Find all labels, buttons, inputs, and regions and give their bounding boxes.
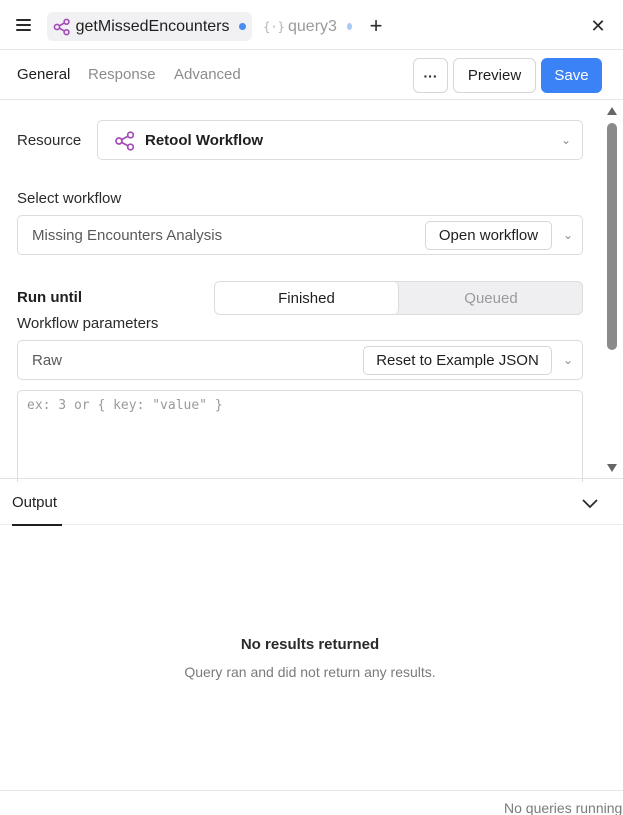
tab-advanced[interactable]: Advanced — [174, 66, 241, 83]
run-until-toggle: Finished Queued — [214, 281, 583, 315]
code-placeholder: ex: 3 or { key: "value" } — [27, 398, 223, 413]
scroll-up-icon[interactable] — [607, 107, 617, 115]
tab-query3[interactable]: {·} query3 — [258, 12, 358, 41]
tab-label: getMissedEncounters — [75, 17, 230, 35]
tab-label: query3 — [288, 17, 337, 35]
save-button[interactable]: Save — [541, 58, 602, 93]
resource-value: Retool Workflow — [145, 132, 264, 149]
reset-example-json-button[interactable]: Reset to Example JSON — [363, 346, 552, 375]
chevron-down-icon[interactable] — [578, 491, 602, 515]
empty-state-title: No results returned — [240, 636, 380, 653]
scroll-down-icon[interactable] — [607, 464, 617, 472]
status-bar: No queries running — [0, 790, 623, 815]
select-workflow-label: Select workflow — [17, 190, 122, 207]
query-tab-bar: getMissedEncounters {·} query3 + ✕ — [0, 0, 623, 50]
tab-general[interactable]: General — [17, 66, 70, 83]
output-header: Output — [0, 478, 623, 526]
resource-select[interactable]: Retool Workflow ⌄ — [97, 120, 583, 160]
workflow-icon — [53, 17, 72, 37]
parameters-code-editor[interactable]: ex: 3 or { key: "value" } — [17, 390, 583, 482]
parameters-mode-value: Raw — [32, 352, 63, 369]
preview-button[interactable]: Preview — [453, 58, 536, 93]
workflow-parameters-label: Workflow parameters — [17, 315, 159, 332]
tab-response[interactable]: Response — [88, 66, 156, 83]
empty-state-subtitle: Query ran and did not return any results… — [184, 664, 436, 680]
tab-output[interactable]: Output — [12, 494, 57, 511]
workflow-value: Missing Encounters Analysis — [32, 227, 223, 244]
unsaved-dot — [239, 23, 246, 30]
close-icon[interactable]: ✕ — [587, 15, 609, 37]
run-until-finished[interactable]: Finished — [215, 282, 399, 314]
open-workflow-button[interactable]: Open workflow — [425, 221, 552, 250]
add-tab-button[interactable]: + — [365, 15, 387, 37]
editor-toolbar: General Response Advanced ··· Preview Sa… — [0, 50, 623, 100]
menu-icon[interactable] — [14, 17, 34, 33]
query-status-text: No queries running — [504, 800, 623, 815]
chevron-down-icon: ⌄ — [563, 353, 574, 367]
resource-label: Resource — [17, 132, 82, 149]
parameters-mode-select[interactable]: Raw Reset to Example JSON ⌄ — [17, 340, 583, 380]
more-options-button[interactable]: ··· — [413, 58, 448, 93]
run-until-label: Run until — [17, 289, 82, 306]
scrollbar-thumb[interactable] — [607, 123, 617, 350]
run-until-queued[interactable]: Queued — [400, 282, 582, 314]
chevron-down-icon: ⌄ — [561, 133, 572, 147]
braces-icon: {·} — [263, 19, 285, 34]
active-tab-indicator — [12, 524, 62, 526]
workflow-select[interactable]: Missing Encounters Analysis Open workflo… — [17, 215, 583, 255]
chevron-down-icon: ⌄ — [563, 228, 574, 242]
workflow-icon — [114, 131, 136, 156]
unsaved-dot — [346, 23, 352, 30]
tab-getmissedencounters[interactable]: getMissedEncounters — [47, 12, 252, 41]
